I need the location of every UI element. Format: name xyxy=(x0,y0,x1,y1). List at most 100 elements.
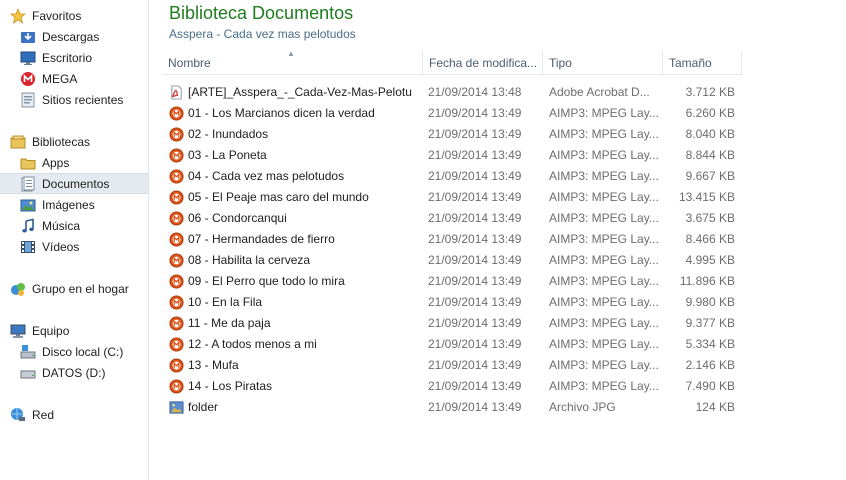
file-date: 21/09/2014 13:49 xyxy=(428,148,522,162)
file-row[interactable]: folder 21/09/2014 13:49 Archivo JPG 124 KB xyxy=(149,397,846,418)
nav-disco-local-c[interactable]: Disco local (C:) xyxy=(0,341,148,362)
file-row[interactable]: 13 - Mufa 21/09/2014 13:49 AIMP3: MPEG Lay… xyxy=(149,355,846,376)
computer-icon xyxy=(10,323,26,339)
file-name-cell: 01 - Los Marcianos dicen la verdad xyxy=(169,103,413,124)
file-size: 5.334 KB xyxy=(685,337,735,351)
library-title: Biblioteca Documentos xyxy=(169,3,354,23)
nav-documentos[interactable]: Documentos xyxy=(0,173,148,194)
file-row[interactable]: 12 - A todos menos a mi 21/09/2014 13:49 A… xyxy=(149,334,846,355)
column-header-date[interactable]: Fecha de modifica... xyxy=(423,51,543,75)
nav-musica[interactable]: Música xyxy=(0,215,148,236)
file-name-cell: 03 - La Poneta xyxy=(169,145,413,166)
jpg-image-icon xyxy=(169,400,184,415)
file-size: 4.995 KB xyxy=(685,253,735,267)
nav-apps-label: Apps xyxy=(42,155,70,170)
downloads-folder-icon xyxy=(20,29,36,45)
libraries-icon xyxy=(10,134,26,150)
music-icon xyxy=(20,218,36,234)
file-size: 9.980 KB xyxy=(685,295,735,309)
nav-imagenes[interactable]: Imágenes xyxy=(0,194,148,215)
file-row[interactable]: 03 - La Poneta 21/09/2014 13:49 AIMP3: MPE… xyxy=(149,145,846,166)
file-name: 06 - Condorcanqui xyxy=(188,211,287,225)
nav-videos[interactable]: Vídeos xyxy=(0,236,148,257)
column-header-size[interactable]: Tamaño xyxy=(663,51,742,75)
aimp-audio-icon xyxy=(169,106,184,121)
file-size: 3.675 KB xyxy=(685,211,735,225)
column-header-name[interactable]: Nombre xyxy=(162,51,423,75)
column-header-type-label: Tipo xyxy=(549,55,572,70)
nav-grupo-hogar[interactable]: Grupo en el hogar xyxy=(0,278,148,299)
file-name: 14 - Los Piratas xyxy=(188,379,273,393)
file-row[interactable]: 07 - Hermandades de fierro 21/09/2014 13:… xyxy=(149,229,846,250)
nav-favoritos-label: Favoritos xyxy=(32,8,82,23)
file-row[interactable]: 05 - El Peaje mas caro del mundo 21/09/20… xyxy=(149,187,846,208)
library-subtitle[interactable]: Asspera - Cada vez mas pelotudos xyxy=(169,27,356,41)
file-name: 04 - Cada vez mas pelotudos xyxy=(188,169,345,183)
file-name-cell: 14 - Los Piratas xyxy=(169,376,413,397)
file-type: AIMP3: MPEG Lay... xyxy=(549,211,659,225)
nav-favoritos[interactable]: Favoritos xyxy=(0,5,148,26)
nav-escritorio[interactable]: Escritorio xyxy=(0,47,148,68)
nav-datos-d[interactable]: DATOS (D:) xyxy=(0,362,148,383)
file-name: 13 - Mufa xyxy=(188,358,239,372)
pictures-icon xyxy=(20,197,36,213)
column-header-date-label: Fecha de modifica... xyxy=(429,55,538,70)
star-icon xyxy=(9,7,27,24)
file-type: AIMP3: MPEG Lay... xyxy=(549,337,659,351)
file-date: 21/09/2014 13:49 xyxy=(428,379,522,393)
homegroup-icon xyxy=(10,281,26,297)
file-date: 21/09/2014 13:48 xyxy=(428,85,522,99)
nav-descargas[interactable]: Descargas xyxy=(0,26,148,47)
nav-red[interactable]: Red xyxy=(0,404,148,425)
file-row[interactable]: 14 - Los Piratas 21/09/2014 13:49 AIMP3: M… xyxy=(149,376,846,397)
file-size: 8.844 KB xyxy=(685,148,735,162)
aimp-audio-icon xyxy=(169,190,184,205)
nav-sitios-recientes[interactable]: Sitios recientes xyxy=(0,89,148,110)
system-drive-icon xyxy=(20,344,36,360)
file-name: 01 - Los Marcianos dicen la verdad xyxy=(188,106,375,120)
file-name-cell: 13 - Mufa xyxy=(169,355,413,376)
file-row[interactable]: 09 - El Perro que todo lo mira 21/09/2014… xyxy=(149,271,846,292)
nav-bibliotecas-label: Bibliotecas xyxy=(32,134,91,149)
column-header-name-label: Nombre xyxy=(168,55,211,70)
videos-icon xyxy=(20,239,36,255)
file-size: 2.146 KB xyxy=(685,358,735,372)
nav-mega[interactable]: MEGA xyxy=(0,68,148,89)
aimp-audio-icon xyxy=(169,274,184,289)
file-row[interactable]: [ARTE]_Asspera_-_Cada-Vez-Mas-Pelotu... 2… xyxy=(149,82,846,103)
nav-mega-label: MEGA xyxy=(42,71,78,86)
file-name: 10 - En la Fila xyxy=(188,295,263,309)
file-date: 21/09/2014 13:49 xyxy=(428,253,522,267)
aimp-audio-icon xyxy=(169,295,184,310)
file-type: AIMP3: MPEG Lay... xyxy=(549,169,659,183)
nav-bibliotecas[interactable]: Bibliotecas xyxy=(0,131,148,152)
nav-equipo[interactable]: Equipo xyxy=(0,320,148,341)
file-row[interactable]: 11 - Me da paja 21/09/2014 13:49 AIMP3: MP… xyxy=(149,313,846,334)
file-row[interactable]: 01 - Los Marcianos dicen la verdad 21/09/… xyxy=(149,103,846,124)
nav-apps[interactable]: Apps xyxy=(0,152,148,173)
network-icon xyxy=(10,407,26,423)
file-date: 21/09/2014 13:49 xyxy=(428,169,522,183)
file-date: 21/09/2014 13:49 xyxy=(428,274,522,288)
aimp-audio-icon xyxy=(169,148,184,163)
file-name: 02 - Inundados xyxy=(188,127,269,141)
file-date: 21/09/2014 13:49 xyxy=(428,400,522,414)
nav-equipo-label: Equipo xyxy=(32,323,70,338)
file-row[interactable]: 02 - Inundados 21/09/2014 13:49 AIMP3: MPE… xyxy=(149,124,846,145)
file-row[interactable]: 04 - Cada vez mas pelotudos 21/09/2014 13… xyxy=(149,166,846,187)
file-row[interactable]: 08 - Habilita la cerveza 21/09/2014 13:49… xyxy=(149,250,846,271)
file-name: 03 - La Poneta xyxy=(188,148,267,162)
file-type: AIMP3: MPEG Lay... xyxy=(549,295,659,309)
file-name: 09 - El Perro que todo lo mira xyxy=(188,274,345,288)
file-name-cell: 11 - Me da paja xyxy=(169,313,413,334)
file-row[interactable]: 10 - En la Fila 21/09/2014 13:49 AIMP3: MP… xyxy=(149,292,846,313)
file-size: 9.377 KB xyxy=(685,316,735,330)
file-type: AIMP3: MPEG Lay... xyxy=(549,232,659,246)
file-size: 6.260 KB xyxy=(685,106,735,120)
nav-descargas-label: Descargas xyxy=(42,29,100,44)
file-row[interactable]: 06 - Condorcanqui 21/09/2014 13:49 AIMP3: … xyxy=(149,208,846,229)
file-name-cell: 05 - El Peaje mas caro del mundo xyxy=(169,187,413,208)
aimp-audio-icon xyxy=(169,379,184,394)
nav-escritorio-label: Escritorio xyxy=(42,50,93,65)
column-header-type[interactable]: Tipo xyxy=(543,51,663,75)
